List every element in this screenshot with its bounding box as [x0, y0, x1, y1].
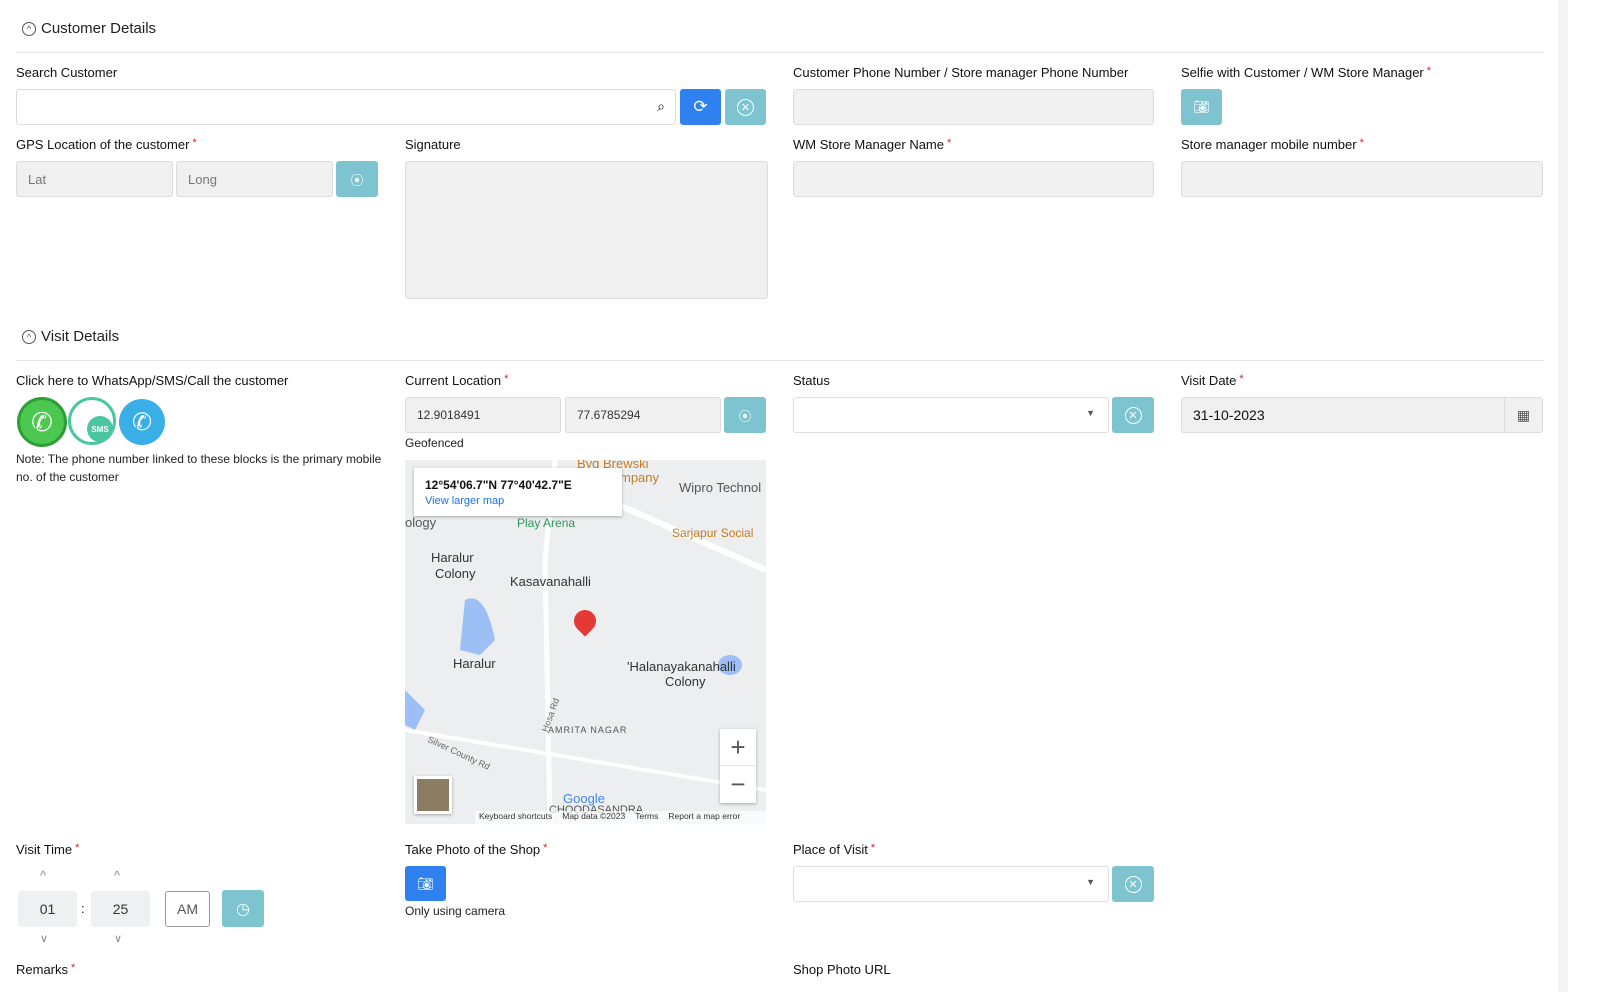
set-current-time-button[interactable]: ◷: [222, 890, 264, 927]
selfie-camera-button[interactable]: 📷︎: [1181, 89, 1222, 125]
remarks-label: Remarks *: [16, 962, 76, 977]
manager-name-input[interactable]: [793, 161, 1154, 197]
visit-date-input[interactable]: 31-10-2023 ▦: [1181, 397, 1543, 433]
minute-up-icon[interactable]: ^: [114, 868, 120, 883]
map-place: Colony: [665, 674, 706, 689]
meridian-toggle[interactable]: AM: [165, 891, 210, 927]
close-circle-icon: ✕: [737, 98, 754, 116]
map-place: Play Arena: [517, 516, 576, 530]
gps-label: GPS Location of the customer *: [16, 137, 197, 152]
section-title: Visit Details: [41, 328, 120, 345]
map-place: Kasavanahalli: [510, 574, 591, 589]
clear-search-button[interactable]: ✕: [725, 89, 766, 125]
scrollbar[interactable]: [1558, 0, 1568, 992]
manager-mobile-input[interactable]: [1181, 161, 1543, 197]
manager-mobile-label: Store manager mobile number *: [1181, 137, 1364, 152]
hour-input[interactable]: 01: [18, 891, 77, 927]
photo-label: Take Photo of the Shop *: [405, 842, 548, 857]
signature-label: Signature: [405, 137, 461, 152]
shop-photo-url-label: Shop Photo URL: [793, 962, 891, 977]
current-location-label: Current Location *: [405, 373, 509, 388]
gps-locate-button[interactable]: ⦿: [336, 161, 378, 197]
selfie-label: Selfie with Customer / WM Store Manager *: [1181, 65, 1432, 80]
phone-input[interactable]: [793, 89, 1154, 125]
status-label: Status: [793, 373, 830, 388]
status-select[interactable]: ▼: [793, 397, 1109, 433]
chevron-down-icon: ▼: [1086, 877, 1095, 887]
signature-pad[interactable]: [405, 161, 768, 299]
map-place: Haralur: [431, 550, 474, 565]
current-locate-button[interactable]: ⦿: [724, 397, 766, 433]
divider: [16, 360, 1544, 361]
geofenced-label: Geofenced: [405, 436, 464, 450]
satellite-toggle[interactable]: [414, 776, 452, 814]
location-pin-icon: ⦿: [738, 408, 752, 424]
place-select[interactable]: ▼: [793, 866, 1109, 902]
whatsapp-icon[interactable]: ✆: [17, 397, 67, 447]
search-icon: ⌕: [657, 98, 665, 114]
hour-down-icon[interactable]: ∨: [40, 932, 48, 945]
zoom-out-button[interactable]: −: [720, 766, 756, 802]
current-lat-input[interactable]: 12.9018491: [405, 397, 561, 433]
keyboard-shortcuts-link[interactable]: Keyboard shortcuts: [479, 811, 552, 824]
refresh-button[interactable]: ⟳: [680, 89, 721, 125]
map-place: AMRITA NAGAR: [548, 725, 628, 735]
gps-lat-input[interactable]: Lat: [16, 161, 173, 197]
map-zoom-controls: + −: [720, 729, 756, 803]
close-circle-icon: ✕: [1124, 406, 1142, 424]
map-data-text: Map data ©2023: [562, 811, 626, 821]
photo-note: Only using camera: [405, 904, 506, 918]
calendar-icon[interactable]: ▦: [1504, 398, 1542, 432]
view-larger-map-link[interactable]: View larger map: [425, 495, 611, 507]
call-icon[interactable]: ✆: [119, 399, 165, 445]
camera-icon: 📷︎: [417, 875, 434, 891]
clock-icon: ◷: [236, 900, 250, 918]
contact-note: Note: The phone number linked to these b…: [16, 452, 382, 484]
zoom-in-button[interactable]: +: [720, 729, 756, 766]
current-long-input[interactable]: 77.6785294: [565, 397, 721, 433]
collapse-icon: ^: [22, 21, 36, 36]
manager-name-label: WM Store Manager Name *: [793, 137, 952, 152]
camera-icon: 📷︎: [1193, 99, 1210, 114]
gps-long-input[interactable]: Long: [176, 161, 333, 197]
chevron-down-icon: ▼: [1086, 408, 1095, 418]
search-customer-label: Search Customer: [16, 65, 118, 80]
terms-link[interactable]: Terms: [635, 811, 658, 824]
map-footer: Keyboard shortcuts Map data ©2023 Terms …: [475, 811, 766, 824]
google-logo: Google: [563, 791, 605, 806]
place-label: Place of Visit *: [793, 842, 876, 857]
clear-place-button[interactable]: ✕: [1112, 866, 1154, 902]
customer-details-toggle[interactable]: ^ Customer Details: [22, 20, 156, 37]
search-customer-input[interactable]: ⌕: [16, 89, 676, 125]
map-coords: 12°54'06.7"N 77°40'42.7"E: [425, 478, 572, 492]
time-separator: :: [81, 901, 85, 916]
map-place: ology: [405, 515, 437, 530]
refresh-icon: ⟳: [693, 97, 708, 116]
map-place: mpany: [620, 470, 660, 485]
hour-up-icon[interactable]: ^: [40, 868, 46, 883]
collapse-icon: ^: [22, 329, 36, 344]
phone-label: Customer Phone Number / Store manager Ph…: [793, 65, 1129, 80]
minute-down-icon[interactable]: ∨: [114, 932, 122, 945]
map-place: 'Halanayakanahalli: [627, 659, 736, 674]
map-place: Haralur: [453, 656, 496, 671]
sms-icon[interactable]: SMS: [68, 397, 116, 445]
close-circle-icon: ✕: [1124, 875, 1142, 893]
report-error-link[interactable]: Report a map error: [668, 811, 740, 824]
map-place: Sarjapur Social: [672, 526, 754, 540]
minute-input[interactable]: 25: [91, 891, 150, 927]
location-pin-icon: ⦿: [350, 172, 364, 188]
contact-label: Click here to WhatsApp/SMS/Call the cust…: [16, 373, 289, 388]
divider: [16, 52, 1544, 53]
map-place: Colony: [435, 566, 476, 581]
map[interactable]: Byq Brewski mpany Wipro Technol Play Are…: [405, 460, 766, 824]
map-info-card: 12°54'06.7"N 77°40'42.7"E View larger ma…: [414, 468, 622, 516]
visit-details-toggle[interactable]: ^ Visit Details: [22, 328, 119, 345]
section-title: Customer Details: [41, 20, 157, 37]
clear-status-button[interactable]: ✕: [1112, 397, 1154, 433]
visit-time-label: Visit Time *: [16, 842, 80, 857]
map-place: Wipro Technol: [679, 480, 762, 495]
visit-date-label: Visit Date *: [1181, 373, 1244, 388]
take-photo-button[interactable]: 📷︎: [405, 866, 446, 901]
